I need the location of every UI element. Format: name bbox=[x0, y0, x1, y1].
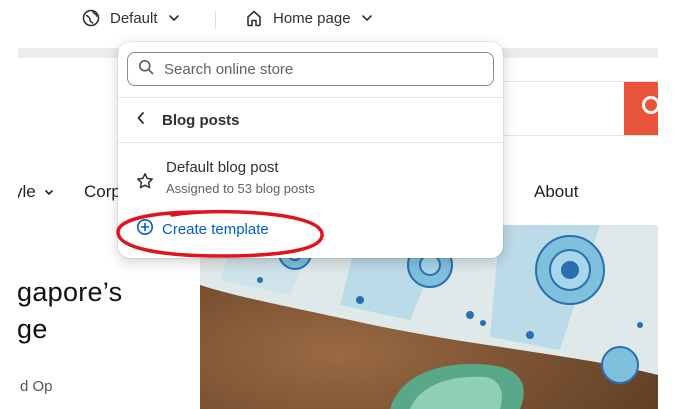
search-input[interactable] bbox=[162, 59, 486, 79]
nav-item-about[interactable]: About bbox=[534, 182, 578, 202]
star-icon bbox=[136, 172, 154, 195]
create-template-label: Create template bbox=[162, 220, 269, 238]
template-assignment: Assigned to 53 blog posts bbox=[166, 181, 315, 196]
chevron-down-icon bbox=[168, 12, 180, 24]
theme-selector[interactable]: Default bbox=[82, 9, 180, 27]
store-search-button[interactable] bbox=[624, 82, 658, 135]
create-template-button[interactable]: Create template bbox=[136, 218, 269, 240]
divider bbox=[118, 97, 503, 98]
page-selector[interactable]: Home page bbox=[245, 9, 373, 27]
hero-title: gapore’s ge bbox=[18, 277, 123, 344]
back-to-blog-posts[interactable]: Blog posts bbox=[128, 104, 493, 136]
theme-label: Default bbox=[110, 9, 158, 27]
home-icon bbox=[245, 9, 263, 27]
section-title: Blog posts bbox=[162, 111, 240, 129]
template-selector-popover: Blog posts Default blog post Assigned to… bbox=[118, 42, 503, 258]
template-item-default-blog-post[interactable]: Default blog post Assigned to 53 blog po… bbox=[128, 158, 493, 204]
chevron-down-icon bbox=[361, 12, 373, 24]
chevron-down-icon bbox=[45, 189, 54, 196]
search-icon bbox=[642, 96, 658, 114]
editor-topbar: Default Home page bbox=[0, 0, 690, 40]
topbar-divider bbox=[215, 11, 216, 29]
divider bbox=[118, 142, 503, 143]
globe-icon bbox=[82, 9, 100, 27]
chevron-left-icon bbox=[136, 111, 146, 129]
hero-subtext: d Op bbox=[20, 378, 53, 395]
nav-item-corporate[interactable]: Corp bbox=[84, 182, 121, 202]
plus-circle-icon bbox=[136, 218, 154, 240]
template-name: Default blog post bbox=[166, 159, 279, 176]
online-store-search[interactable] bbox=[127, 52, 494, 86]
nav-item-style[interactable]: yle bbox=[18, 182, 54, 202]
page-label: Home page bbox=[273, 9, 351, 27]
search-icon bbox=[138, 59, 154, 80]
